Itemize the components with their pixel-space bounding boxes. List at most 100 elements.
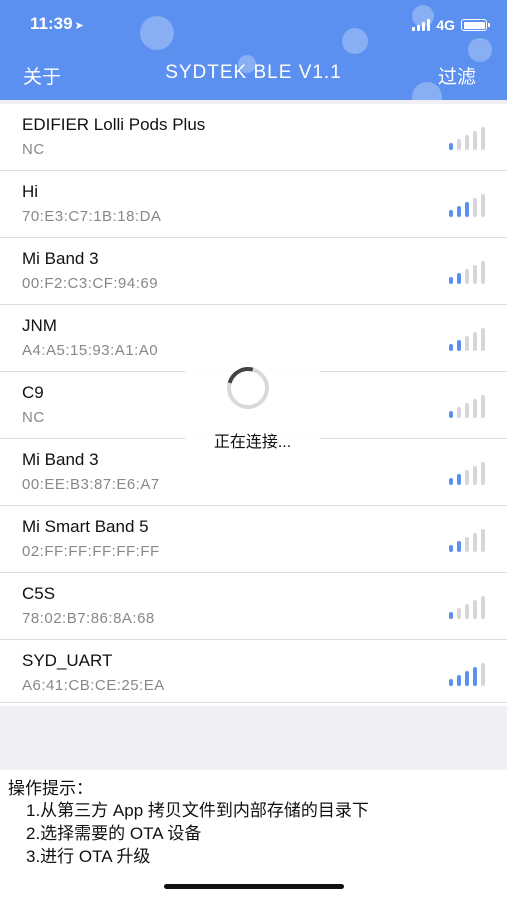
signal-bar xyxy=(473,667,477,686)
signal-strength-icon xyxy=(449,260,493,284)
device-row[interactable]: SYD_UART A6:41:CB:CE:25:EA xyxy=(0,640,507,706)
signal-bar xyxy=(465,336,469,351)
signal-bar xyxy=(473,533,477,552)
signal-bar xyxy=(449,344,453,351)
signal-bar xyxy=(457,206,461,217)
tips-panel: 操作提示： 1.从第三方 App 拷贝文件到内部存储的目录下 2.选择需要的 O… xyxy=(0,770,507,900)
device-name: JNM xyxy=(22,316,57,335)
device-name: EDIFIER Lolli Pods Plus xyxy=(22,115,206,134)
signal-bar xyxy=(449,143,453,150)
signal-bar xyxy=(449,545,453,552)
network-type: 4G xyxy=(436,17,455,33)
signal-bar xyxy=(481,395,485,418)
tip-line: 1.从第三方 App 拷贝文件到内部存储的目录下 xyxy=(26,801,369,820)
battery-icon xyxy=(461,19,490,31)
signal-bar xyxy=(473,332,477,351)
signal-bar xyxy=(449,612,453,619)
device-address: 70:E3:C7:1B:18:DA xyxy=(22,208,162,225)
filter-button[interactable]: 过滤 xyxy=(438,62,476,89)
nav-bar: 11:39 ➤ 4G 关于 SYDTEK BLE V1.1 过滤 xyxy=(0,0,507,100)
signal-bar xyxy=(473,466,477,485)
signal-bar xyxy=(481,261,485,284)
signal-bar xyxy=(457,541,461,552)
signal-bar xyxy=(481,663,485,686)
device-name: Mi Smart Band 5 xyxy=(22,517,149,536)
device-address: 00:F2:C3:CF:94:69 xyxy=(22,275,159,292)
signal-strength-icon xyxy=(449,662,493,686)
signal-bar xyxy=(473,131,477,150)
decor-bubble xyxy=(468,38,492,62)
signal-bar xyxy=(481,328,485,351)
signal-bar xyxy=(481,127,485,150)
device-address: NC xyxy=(22,409,45,426)
signal-bar xyxy=(449,679,453,686)
status-time-text: 11:39 xyxy=(30,14,73,33)
signal-bar xyxy=(457,407,461,418)
loading-spinner-icon xyxy=(219,359,277,417)
signal-bar xyxy=(457,273,461,284)
device-name: Hi xyxy=(22,182,39,201)
device-row[interactable]: EDIFIER Lolli Pods Plus NC xyxy=(0,104,507,171)
device-address: A4:A5:15:93:A1:A0 xyxy=(22,342,159,359)
tip-line: 3.进行 OTA 升级 xyxy=(26,847,151,866)
signal-bar xyxy=(473,198,477,217)
decor-bubble xyxy=(342,28,368,54)
signal-bar xyxy=(457,675,461,686)
signal-bar xyxy=(457,139,461,150)
signal-bar xyxy=(465,537,469,552)
status-time: 11:39 ➤ xyxy=(30,14,84,34)
signal-bar xyxy=(465,403,469,418)
device-name: Mi Band 3 xyxy=(22,450,99,469)
device-address: 02:FF:FF:FF:FF:FF xyxy=(22,543,160,560)
device-name: C9 xyxy=(22,383,44,402)
home-indicator[interactable] xyxy=(164,884,344,889)
signal-bar xyxy=(449,411,453,418)
loading-text: 正在连接... xyxy=(213,434,292,451)
device-row[interactable]: C5S 78:02:B7:86:8A:68 xyxy=(0,573,507,640)
signal-bar xyxy=(465,604,469,619)
signal-strength-icon xyxy=(449,528,493,552)
device-address: A6:41:CB:CE:25:EA xyxy=(22,677,165,694)
device-row[interactable]: Mi Smart Band 5 02:FF:FF:FF:FF:FF xyxy=(0,506,507,573)
signal-bar xyxy=(457,608,461,619)
signal-bar xyxy=(473,600,477,619)
signal-strength-icon xyxy=(449,327,493,351)
device-name: SYD_UART xyxy=(22,651,113,670)
device-row[interactable]: Mi Band 3 00:F2:C3:CF:94:69 xyxy=(0,238,507,305)
cellular-signal-icon xyxy=(412,19,431,31)
device-name: C5S xyxy=(22,584,56,603)
signal-strength-icon xyxy=(449,461,493,485)
signal-strength-icon xyxy=(449,126,493,150)
signal-bar xyxy=(473,399,477,418)
signal-strength-icon xyxy=(449,193,493,217)
signal-bar xyxy=(481,462,485,485)
divider xyxy=(0,702,507,703)
device-address: 78:02:B7:86:8A:68 xyxy=(22,610,155,627)
device-address: NC xyxy=(22,141,45,158)
signal-bar xyxy=(465,202,469,217)
signal-bar xyxy=(473,265,477,284)
tip-line: 2.选择需要的 OTA 设备 xyxy=(26,824,202,843)
device-name: Mi Band 3 xyxy=(22,249,99,268)
device-row[interactable]: Hi 70:E3:C7:1B:18:DA xyxy=(0,171,507,238)
signal-bar xyxy=(449,478,453,485)
signal-bar xyxy=(465,671,469,686)
signal-bar xyxy=(449,210,453,217)
signal-bar xyxy=(481,194,485,217)
device-address: 00:EE:B3:87:E6:A7 xyxy=(22,476,160,493)
location-arrow-icon: ➤ xyxy=(74,20,84,32)
signal-strength-icon xyxy=(449,595,493,619)
signal-bar xyxy=(481,529,485,552)
loading-hud: 正在连接... xyxy=(185,359,320,455)
signal-bar xyxy=(465,470,469,485)
signal-bar xyxy=(457,340,461,351)
signal-bar xyxy=(457,474,461,485)
signal-strength-icon xyxy=(449,394,493,418)
signal-bar xyxy=(449,277,453,284)
signal-bar xyxy=(465,135,469,150)
page-title: SYDTEK BLE V1.1 xyxy=(165,62,342,83)
signal-bar xyxy=(465,269,469,284)
status-indicators: 4G xyxy=(412,17,490,33)
signal-bar xyxy=(481,596,485,619)
decor-bubble xyxy=(140,16,174,50)
